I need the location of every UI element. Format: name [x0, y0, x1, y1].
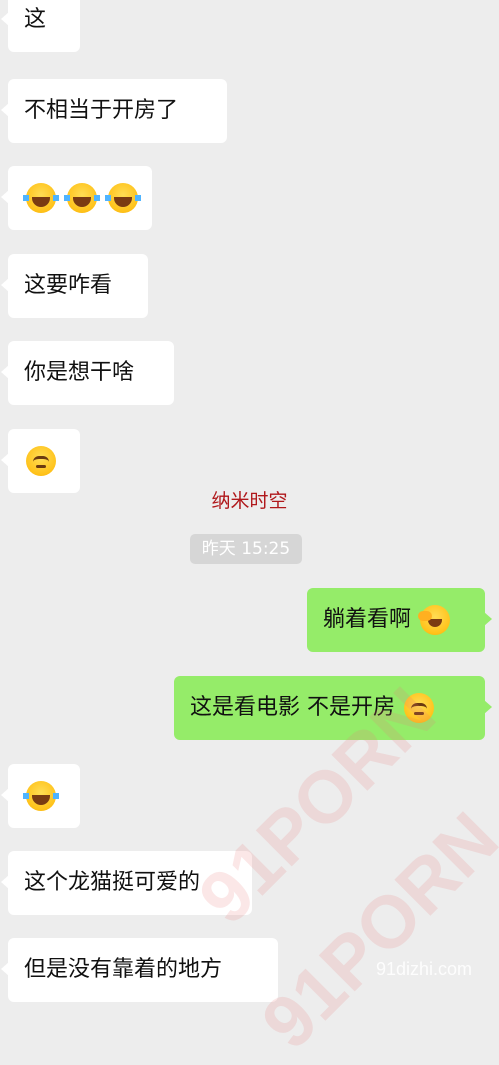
timestamp: 昨天 15:25: [190, 534, 302, 564]
message-bubble[interactable]: 这: [1, 0, 80, 52]
facepalm-emoji-icon: [418, 605, 451, 635]
message-text: 但是没有靠着的地方: [24, 957, 223, 982]
message-bubble[interactable]: [1, 764, 80, 828]
message-bubble[interactable]: 不相当于开房了: [1, 79, 227, 143]
caption-text: 纳米时空: [211, 490, 288, 512]
message-bubble[interactable]: 你是想干啥: [1, 341, 174, 405]
message-bubble[interactable]: 这要咋看: [1, 254, 148, 318]
message-text: 这个龙猫挺可爱的: [24, 870, 201, 895]
tears-of-joy-emoji-icon: [23, 781, 59, 811]
message-text: 你是想干啥: [24, 360, 135, 385]
message-text: 不相当于开房了: [24, 98, 179, 123]
message-text: 这是看电影 不是开房: [190, 695, 395, 720]
tears-of-joy-emoji-icon: [64, 183, 100, 213]
message-bubble[interactable]: 这是看电影 不是开房: [174, 676, 492, 740]
message-bubble[interactable]: 但是没有靠着的地方: [1, 938, 278, 1002]
tears-of-joy-emoji-icon: [23, 183, 59, 213]
watermark-url: 91dizhi.com: [375, 959, 472, 979]
message-text: 躺着看啊: [323, 607, 412, 632]
message-text: 这要咋看: [24, 273, 113, 298]
message-bubble[interactable]: 这个龙猫挺可爱的: [1, 851, 252, 915]
watermark-text: 91PORN: [245, 796, 499, 1065]
message-bubble[interactable]: [1, 429, 80, 493]
thinking-emoji-icon: [404, 693, 434, 723]
message-text: 这: [24, 7, 47, 32]
thinking-emoji-icon: [26, 446, 56, 476]
message-bubble[interactable]: [1, 166, 152, 230]
message-bubble[interactable]: 躺着看啊: [307, 588, 492, 652]
tears-of-joy-emoji-icon: [105, 183, 141, 213]
